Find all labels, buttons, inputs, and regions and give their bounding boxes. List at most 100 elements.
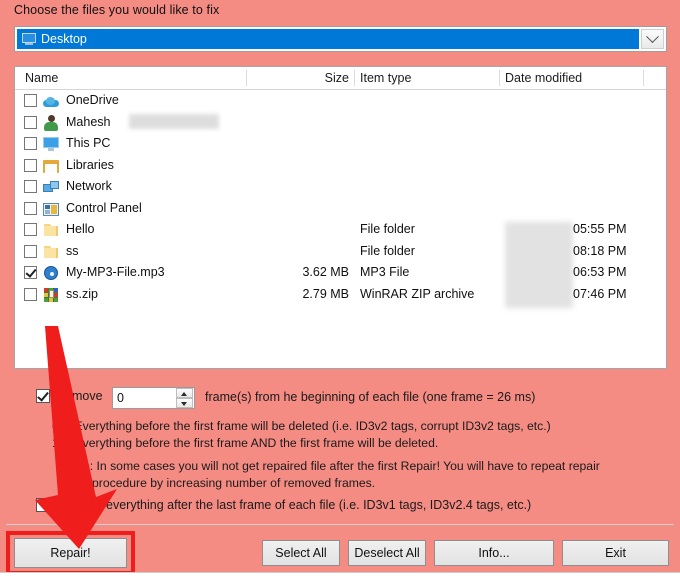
row-date: 06:53 PM	[573, 265, 627, 279]
table-row[interactable]: Hello File folder 05:55 PM	[15, 219, 666, 241]
table-row[interactable]: ss.zip 2.79 MB WinRAR ZIP archive 07:46 …	[15, 284, 666, 306]
onedrive-icon	[43, 93, 59, 109]
user-account-icon	[43, 114, 59, 131]
table-row[interactable]: Libraries	[15, 155, 666, 177]
column-header-name[interactable]: Name	[25, 67, 58, 89]
note-line-0: Note: In some cases you will not get rep…	[64, 459, 600, 473]
table-row[interactable]: Mahesh	[15, 112, 666, 134]
row-name: This PC	[66, 136, 111, 150]
frame-count-input[interactable]: 0	[113, 391, 176, 405]
column-header-size[interactable]: Size	[295, 67, 349, 89]
row-size	[247, 198, 349, 220]
remove-frames-label: Remove	[56, 389, 103, 403]
legend-key-0: 0	[52, 419, 59, 433]
repair-button-highlight-annotation	[6, 531, 135, 575]
row-checkbox[interactable]	[24, 266, 37, 279]
remove-frames-suffix: frame(s) from he beginning of each file …	[205, 390, 536, 404]
this-pc-icon	[43, 136, 59, 152]
row-name: OneDrive	[66, 93, 119, 107]
row-size	[247, 155, 349, 177]
legend-text-1: = Everything before the first frame AND …	[64, 436, 439, 450]
remove-frames-checkbox[interactable]	[36, 389, 50, 403]
row-size	[247, 241, 349, 263]
row-size	[247, 176, 349, 198]
row-checkbox[interactable]	[24, 94, 37, 107]
select-all-button[interactable]: Select All	[262, 540, 340, 566]
row-name: ss.zip	[66, 286, 98, 301]
window-bottom-strip	[0, 573, 680, 582]
info-button[interactable]: Info...	[434, 540, 554, 566]
desktop-icon	[21, 32, 38, 47]
path-combobox-dropdown-button[interactable]	[641, 29, 664, 49]
control-panel-icon	[43, 201, 59, 217]
row-name: Libraries	[66, 157, 114, 172]
table-row[interactable]: This PC	[15, 133, 666, 155]
path-combobox[interactable]: Desktop	[14, 26, 667, 52]
deselect-all-button[interactable]: Deselect All	[348, 540, 426, 566]
file-list-body: OneDrive Mahesh This PC Libraries Networ…	[15, 90, 666, 308]
table-row[interactable]: Control Panel	[15, 198, 666, 220]
exit-button[interactable]: Exit	[562, 540, 669, 566]
row-checkbox[interactable]	[24, 137, 37, 150]
row-size	[247, 90, 349, 112]
row-name: Network	[66, 179, 112, 193]
folder-icon	[43, 244, 59, 260]
network-icon	[43, 179, 59, 195]
row-size: 3.62 MB	[302, 265, 349, 279]
table-row[interactable]: ss File folder 08:18 PM	[15, 241, 666, 263]
row-checkbox[interactable]	[24, 180, 37, 193]
row-name: Hello	[66, 222, 95, 236]
spinner-up-icon[interactable]	[176, 388, 193, 398]
winrar-zip-icon	[43, 287, 59, 303]
column-divider[interactable]	[499, 70, 500, 86]
row-checkbox[interactable]	[24, 115, 37, 129]
spinner-down-icon[interactable]	[176, 398, 193, 408]
row-size	[247, 133, 349, 155]
frame-count-spin-buttons[interactable]	[176, 388, 193, 408]
file-list[interactable]: Name Size Item type Date modified OneDri…	[14, 66, 667, 369]
row-size: 2.79 MB	[302, 286, 349, 301]
row-checkbox[interactable]	[24, 223, 37, 236]
legend-key-1: 1	[52, 436, 59, 450]
note-line-1: procedure by increasing number of remove…	[92, 476, 376, 490]
legend-line-0: 0 = Everything before the first frame wil…	[52, 419, 551, 433]
row-checkbox[interactable]	[24, 158, 37, 172]
table-row[interactable]: Network	[15, 176, 666, 198]
mp3-file-icon	[43, 265, 59, 281]
row-checkbox[interactable]	[24, 244, 37, 258]
remove-frames-option[interactable]: Remove	[36, 389, 103, 403]
row-checkbox[interactable]	[24, 287, 37, 301]
row-name: My-MP3-File.mp3	[66, 265, 165, 279]
section-divider	[6, 524, 674, 525]
row-date: 08:18 PM	[573, 243, 627, 258]
row-type: WinRAR ZIP archive	[360, 286, 475, 301]
libraries-icon	[43, 158, 59, 174]
path-combobox-field[interactable]: Desktop	[17, 29, 639, 49]
frame-count-stepper[interactable]: 0	[112, 387, 195, 409]
row-size	[247, 112, 349, 134]
row-size	[247, 219, 349, 241]
remove-after-last-frame-option[interactable]: Remove everything after the last frame o…	[36, 498, 531, 512]
column-divider[interactable]	[246, 70, 247, 86]
row-checkbox[interactable]	[24, 201, 37, 215]
row-name: Control Panel	[66, 200, 142, 215]
column-divider[interactable]	[354, 70, 355, 86]
path-combobox-value: Desktop	[41, 32, 87, 46]
redacted-username	[129, 113, 219, 129]
column-divider[interactable]	[643, 70, 644, 86]
file-list-header: Name Size Item type Date modified	[15, 67, 666, 90]
column-header-date-modified[interactable]: Date modified	[505, 67, 582, 89]
row-name: ss	[66, 243, 79, 258]
row-type: File folder	[360, 243, 415, 258]
row-type: File folder	[360, 222, 415, 236]
page-title: Choose the files you would like to fix	[14, 3, 220, 17]
legend-text-0: = Everything before the first frame will…	[64, 419, 551, 433]
remove-after-last-frame-label: Remove everything after the last frame o…	[56, 498, 532, 512]
remove-after-last-frame-checkbox[interactable]	[36, 498, 50, 512]
table-row[interactable]: OneDrive	[15, 90, 666, 112]
table-row[interactable]: My-MP3-File.mp3 3.62 MB MP3 File 06:53 P…	[15, 262, 666, 284]
chevron-down-icon	[646, 29, 659, 43]
folder-icon	[43, 222, 59, 238]
column-header-item-type[interactable]: Item type	[360, 67, 411, 89]
row-date: 05:55 PM	[573, 222, 627, 236]
